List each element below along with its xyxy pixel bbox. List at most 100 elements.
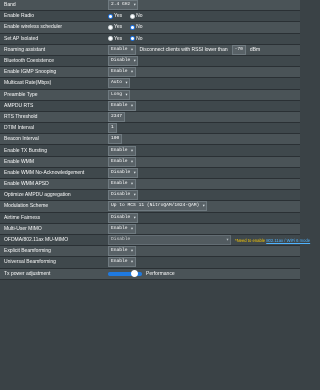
enable-radio-label: Enable Radio: [4, 13, 35, 20]
wireless-scheduler-yes[interactable]: Yes: [108, 24, 122, 30]
explicit-beamforming-select[interactable]: Enable ▾: [108, 246, 136, 257]
preamble-type-select[interactable]: Long ▾: [108, 89, 131, 100]
band-select[interactable]: 2.4 GHz ▾: [108, 0, 139, 11]
multi-user-mimo-label: Multi-User MIMO: [4, 225, 42, 232]
chevron-down-icon: ▾: [130, 69, 134, 76]
row-wmm-apsd: Enable WMM APSD Enable ▾: [0, 179, 300, 191]
ap-isolated-label: Set AP Isolated: [4, 35, 39, 42]
row-beacon-interval: Beacon Interval 100: [0, 134, 300, 146]
chevron-down-icon: ▾: [130, 46, 134, 53]
ap-isolated-yes-label: Yes: [114, 35, 123, 42]
modulation-scheme-value: Up to MCS 11 (NitroQAM/1024-QAM): [111, 203, 200, 209]
multi-user-mimo-value: Enable: [111, 225, 128, 231]
ofdma-note-text: *Need to enable: [235, 237, 266, 243]
dtim-interval-label: DTIM Interval: [4, 125, 35, 132]
ampdu-aggregation-label: Optimize AMPDU aggregation: [4, 192, 71, 199]
radio-unselected-icon: [108, 24, 113, 30]
wireless-scheduler-no[interactable]: No: [130, 24, 143, 31]
row-wmm-no-ack: Enable WMM No-Acknowledgement Disable ▾: [0, 167, 300, 179]
wmm-no-ack-label: Enable WMM No-Acknowledgement: [4, 169, 85, 176]
radio-selected-icon: [108, 13, 113, 19]
wireless-professional-settings-table: Band 2.4 GHz ▾ Enable Radio Yes No Enable…: [0, 0, 310, 280]
preamble-type-value: Long: [111, 91, 123, 97]
rts-threshold-input[interactable]: 2347: [108, 111, 126, 122]
chevron-down-icon: ▾: [133, 192, 137, 199]
row-enable-wmm: Enable WMM Enable ▾: [0, 156, 300, 168]
rts-threshold-label: RTS Threshold: [4, 113, 38, 120]
chevron-down-icon: ▾: [130, 158, 134, 165]
chevron-down-icon: ▾: [130, 181, 134, 188]
multicast-rate-label: Multicast Rate(Mbps): [4, 80, 52, 87]
wireless-scheduler-no-label: No: [136, 24, 143, 31]
row-igmp-snooping: Enable IGMP Snooping Enable ▾: [0, 67, 300, 79]
chevron-down-icon: ▾: [130, 102, 134, 109]
ap-isolated-no[interactable]: No: [130, 36, 143, 42]
roaming-rssi-input[interactable]: -70: [231, 44, 246, 55]
universal-beamforming-select[interactable]: Enable ▾: [108, 257, 136, 268]
enable-wmm-select[interactable]: Enable ▾: [108, 156, 136, 167]
bluetooth-coexistence-label: Bluetooth Coexistence: [4, 58, 55, 65]
multi-user-mimo-select[interactable]: Enable ▾: [108, 223, 136, 234]
ampdu-rts-select[interactable]: Enable ▾: [108, 100, 136, 111]
explicit-beamforming-value: Enable: [111, 248, 128, 254]
row-ap-isolated: Set AP Isolated Yes No: [0, 33, 300, 45]
wireless-scheduler-yes-label: Yes: [114, 24, 123, 31]
row-tx-power: Tx power adjustment Performance: [0, 268, 300, 280]
tx-power-label: Tx power adjustment: [4, 270, 51, 277]
multicast-rate-select[interactable]: Auto ▾: [108, 78, 131, 89]
ofdma-select[interactable]: Disable ▾: [108, 235, 231, 246]
modulation-scheme-select[interactable]: Up to MCS 11 (NitroQAM/1024-QAM) ▾: [108, 201, 208, 212]
row-preamble-type: Preamble Type Long ▾: [0, 89, 300, 101]
row-multicast-rate: Multicast Rate(Mbps) Auto ▾: [0, 78, 300, 90]
row-dtim-interval: DTIM Interval 1: [0, 123, 300, 135]
tx-bursting-select[interactable]: Enable ▾: [108, 145, 136, 156]
row-explicit-beamforming: Explicit Beamforming Enable ▾: [0, 246, 300, 258]
wmm-apsd-value: Enable: [111, 181, 128, 187]
bluetooth-coexistence-select[interactable]: Disable ▾: [108, 56, 139, 67]
row-airtime-fairness: Airtime Fairness Disable ▾: [0, 212, 300, 224]
enable-radio-no[interactable]: No: [130, 13, 143, 19]
roaming-assistant-value: Enable: [111, 46, 128, 52]
tx-power-slider-handle[interactable]: [130, 269, 138, 277]
chevron-down-icon: ▾: [133, 2, 137, 9]
row-enable-radio: Enable Radio Yes No: [0, 11, 300, 23]
tx-power-value: Performance: [146, 270, 175, 277]
roaming-rssi-unit: dBm: [249, 46, 261, 53]
igmp-snooping-select[interactable]: Enable ▾: [108, 67, 136, 78]
chevron-down-icon: ▾: [133, 214, 137, 221]
tx-power-slider[interactable]: [108, 269, 142, 277]
row-universal-beamforming: Universal Beamforming Enable ▾: [0, 257, 300, 269]
dtim-interval-input[interactable]: 1: [108, 123, 117, 134]
modulation-scheme-label: Modulation Scheme: [4, 203, 49, 210]
tx-bursting-label: Enable TX Bursting: [4, 147, 47, 154]
row-roaming-assistant: Roaming assistant Enable ▾ Disconnect cli…: [0, 44, 300, 56]
wmm-no-ack-select[interactable]: Disable ▾: [108, 167, 139, 178]
radio-selected-icon: [130, 24, 136, 30]
wmm-apsd-select[interactable]: Enable ▾: [108, 179, 136, 190]
universal-beamforming-label: Universal Beamforming: [4, 259, 56, 266]
row-multi-user-mimo: Multi-User MIMO Enable ▾: [0, 223, 300, 235]
enable-wmm-value: Enable: [111, 158, 128, 164]
roaming-assistant-select[interactable]: Enable ▾: [108, 44, 136, 55]
row-band: Band 2.4 GHz ▾: [0, 0, 300, 12]
enable-wmm-label: Enable WMM: [4, 158, 35, 165]
ofdma-note: *Need to enable 802.11ax / WiFi 6 mode: [235, 238, 310, 243]
chevron-down-icon: ▾: [130, 225, 134, 232]
airtime-fairness-select[interactable]: Disable ▾: [108, 212, 139, 223]
roaming-rssi-text: Disconnect clients with RSSI lower than: [139, 46, 228, 53]
chevron-down-icon: ▾: [225, 237, 229, 244]
enable-radio-yes[interactable]: Yes: [108, 13, 122, 19]
chevron-down-icon: ▾: [133, 58, 137, 65]
ofdma-note-link[interactable]: 802.11ax / WiFi 6 mode: [266, 238, 310, 243]
band-select-value: 2.4 GHz: [111, 2, 131, 8]
bluetooth-coexistence-value: Disable: [111, 58, 131, 64]
beacon-interval-input[interactable]: 100: [108, 134, 123, 145]
ap-isolated-yes[interactable]: Yes: [108, 36, 122, 42]
roaming-assistant-label: Roaming assistant: [4, 46, 46, 53]
band-label: Band: [4, 2, 16, 9]
chevron-down-icon: ▾: [130, 248, 134, 255]
ampdu-rts-label: AMPDU RTS: [4, 102, 34, 109]
universal-beamforming-value: Enable: [111, 259, 128, 265]
ofdma-value: Disable: [111, 237, 131, 243]
ampdu-aggregation-select[interactable]: Disable ▾: [108, 190, 139, 201]
